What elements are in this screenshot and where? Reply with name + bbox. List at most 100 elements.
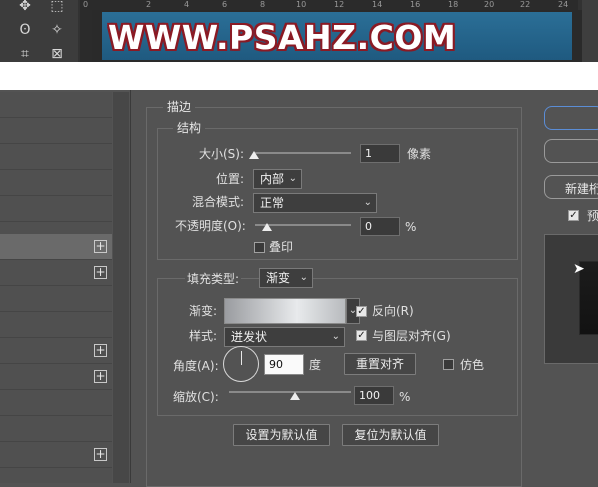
list-item[interactable]: + <box>0 364 112 390</box>
blend-mode-select-value: 正常 <box>260 196 285 210</box>
list-item[interactable] <box>0 416 112 442</box>
marquee-tool-icon[interactable]: ⬚ <box>46 0 68 16</box>
size-unit: 像素 <box>407 147 432 161</box>
ruler-tick-label: 6 <box>222 0 228 9</box>
tools-panel: ✥ ⬚ ʘ ✧ ⌗ ⊠ <box>0 0 78 62</box>
style-select[interactable]: 迸发状 ⌄ <box>224 327 345 347</box>
list-item[interactable] <box>0 144 112 170</box>
chevron-down-icon: ⌄ <box>363 197 372 208</box>
style-select-value: 迸发状 <box>231 330 268 344</box>
add-icon[interactable]: + <box>94 370 107 383</box>
blend-mode-select[interactable]: 正常 ⌄ <box>253 193 377 213</box>
chevron-down-icon: ⌄ <box>288 173 297 184</box>
ruler-tick-label: 18 <box>448 0 459 9</box>
ruler-tick-label: 4 <box>184 0 190 9</box>
angle-unit: 度 <box>309 358 322 372</box>
horizontal-ruler: 0 2 4 6 8 10 12 14 16 18 20 22 24 <box>80 0 578 10</box>
list-scrollbar[interactable] <box>113 92 129 483</box>
opacity-slider-thumb[interactable] <box>262 223 272 231</box>
reset-alignment-button[interactable]: 重置对齐 <box>344 353 416 375</box>
ruler-tick-label: 16 <box>410 0 421 9</box>
angle-input[interactable]: 90 <box>264 354 304 375</box>
ruler-tick-label: 2 <box>146 0 152 9</box>
style-label: 样式: <box>189 329 218 343</box>
list-item[interactable] <box>0 170 112 196</box>
list-item[interactable]: + <box>0 442 112 468</box>
angle-dial[interactable] <box>223 346 259 382</box>
dither-checkbox[interactable] <box>443 359 454 370</box>
layer-style-list: + + + + + <box>0 92 112 483</box>
size-input[interactable]: 1 <box>360 144 400 163</box>
add-icon[interactable]: + <box>94 448 107 461</box>
position-select[interactable]: 内部 ⌄ <box>253 169 302 189</box>
list-item-selected[interactable]: + <box>0 234 112 260</box>
scale-label: 缩放(C): <box>173 390 219 404</box>
reset-to-default-button[interactable]: 复位为默认值 <box>342 424 439 446</box>
new-style-button-label: 新建桁 <box>565 182 598 196</box>
ruler-tick-label: 20 <box>484 0 495 9</box>
opacity-input[interactable]: 0 <box>360 217 400 236</box>
lasso-tool-icon[interactable]: ʘ <box>14 20 36 40</box>
preview-checkbox[interactable]: ✓ <box>568 210 579 221</box>
gradient-label: 渐变: <box>189 304 218 318</box>
size-slider-track[interactable] <box>255 152 351 154</box>
angle-label: 角度(A): <box>173 359 219 373</box>
stroke-settings-panel: 描边 结构 大小(S): 1 像素 位置: 内部 ⌄ 混合模式: 正常 ⌄ 不透… <box>131 90 598 487</box>
frame-tool-icon[interactable]: ⊠ <box>46 44 68 62</box>
dither-label: 仿色 <box>460 358 485 372</box>
magic-wand-tool-icon[interactable]: ✧ <box>46 20 68 40</box>
list-item[interactable] <box>0 196 112 222</box>
separator-bar <box>0 62 598 90</box>
overprint-checkbox[interactable] <box>254 242 265 253</box>
position-label: 位置: <box>216 172 245 186</box>
list-item[interactable] <box>0 390 112 416</box>
structure-title: 结构 <box>173 121 206 135</box>
position-select-value: 内部 <box>260 172 285 186</box>
crop-tool-icon[interactable]: ⌗ <box>14 44 36 62</box>
size-label: 大小(S): <box>199 147 245 161</box>
ruler-tick-label: 8 <box>260 0 266 9</box>
scale-unit: % <box>399 390 411 404</box>
angle-dial-needle <box>241 351 242 365</box>
gradient-swatch[interactable] <box>224 298 346 324</box>
align-with-layer-label: 与图层对齐(G) <box>372 329 451 343</box>
make-default-button[interactable]: 设置为默认值 <box>233 424 330 446</box>
preview-label: 预 <box>587 209 598 223</box>
ruler-tick-label: 10 <box>296 0 307 9</box>
stroke-section-title: 描边 <box>163 100 196 114</box>
ruler-tick-label: 14 <box>372 0 383 9</box>
add-icon[interactable]: + <box>94 266 107 279</box>
fill-type-select[interactable]: 渐变 ⌄ <box>259 268 313 288</box>
list-item[interactable]: + <box>0 338 112 364</box>
align-with-layer-checkbox[interactable]: ✓ <box>356 330 367 341</box>
blend-mode-label: 混合模式: <box>192 195 245 209</box>
list-item[interactable] <box>0 312 112 338</box>
new-style-button[interactable]: 新建桁 <box>544 175 598 199</box>
reverse-checkbox[interactable]: ✓ <box>356 306 367 317</box>
opacity-unit: % <box>405 220 417 234</box>
fill-type-label: 填充类型: <box>185 270 242 288</box>
size-slider-thumb[interactable] <box>249 151 259 159</box>
scale-slider-thumb[interactable] <box>290 392 300 400</box>
banner-text: WWW.PSAHZ.COM <box>108 18 457 57</box>
list-item[interactable] <box>0 92 112 118</box>
list-item[interactable]: + <box>0 260 112 286</box>
photoshop-workspace-strip: ✥ ⬚ ʘ ✧ ⌗ ⊠ 0 2 4 6 8 10 12 14 16 18 20 … <box>0 0 598 62</box>
move-tool-icon[interactable]: ✥ <box>14 0 36 16</box>
list-item[interactable] <box>0 118 112 144</box>
chevron-down-icon: ⌄ <box>331 331 340 342</box>
style-preview-thumbnail: ➤ <box>544 234 598 364</box>
overprint-label: 叠印 <box>269 240 294 254</box>
list-item[interactable] <box>0 286 112 312</box>
ruler-tick-label: 0 <box>83 0 89 9</box>
ok-button[interactable] <box>544 106 598 130</box>
scale-input[interactable]: 100 <box>354 386 394 405</box>
fill-type-select-value: 渐变 <box>266 271 291 285</box>
reverse-label: 反向(R) <box>372 304 414 318</box>
cancel-button[interactable] <box>544 139 598 163</box>
ruler-tick-label: 12 <box>334 0 345 9</box>
chevron-down-icon: ⌄ <box>299 272 308 283</box>
add-icon[interactable]: + <box>94 240 107 253</box>
add-icon[interactable]: + <box>94 344 107 357</box>
cursor-arrow-icon: ➤ <box>573 261 585 277</box>
